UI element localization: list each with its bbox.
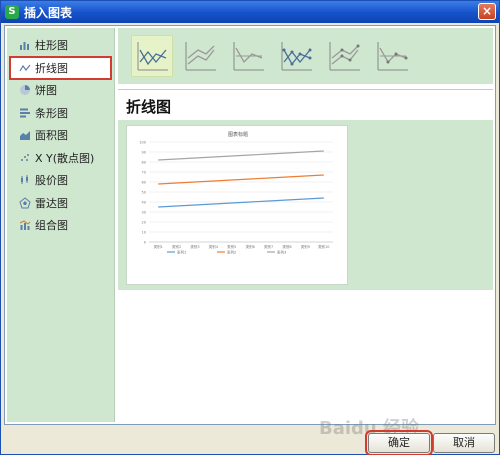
x-tick-label: 类别9 <box>301 244 310 249</box>
chart-title: 图表标题 <box>228 131 248 138</box>
legend-label: 系列1 <box>177 250 186 255</box>
sidebar-item-pie[interactable]: 饼图 <box>7 79 114 102</box>
y-tick-label: 20 <box>142 221 146 225</box>
title-bar: S 插入图表 × <box>1 1 499 23</box>
sidebar-item-label: 雷达图 <box>35 196 68 210</box>
stock-chart-icon <box>21 175 28 185</box>
divider <box>118 89 493 90</box>
dialog-body: 柱形图 折线图 饼图 条形图 面积图 X Y(散点图) 股价图 雷达图 组合图 … <box>4 25 496 425</box>
app-icon: S <box>5 5 19 19</box>
line-subtype-thumb-5[interactable] <box>324 36 364 76</box>
x-tick-label: 类别7 <box>264 244 273 249</box>
chart-preview: 图表标题 0 10 20 30 40 50 60 70 80 90 100 类别1 类别2 类别3 类别4… <box>126 125 348 285</box>
sidebar-item-line[interactable]: 折线图 <box>9 55 112 80</box>
sidebar-item-label: 股价图 <box>35 174 68 188</box>
area-chart-icon <box>20 131 30 141</box>
pie-chart-icon <box>20 85 30 96</box>
x-tick-label: 类别10 <box>318 244 329 249</box>
close-button[interactable]: × <box>478 3 496 20</box>
radar-chart-icon <box>19 197 31 209</box>
line-subtype-thumb-2[interactable] <box>180 36 220 76</box>
dialog-title: 插入图表 <box>24 5 73 20</box>
horizontal-bar-icon <box>20 108 30 118</box>
x-tick-label: 类别3 <box>190 244 199 249</box>
section-title: 折线图 <box>126 98 172 116</box>
sidebar-item-scatter[interactable]: X Y(散点图) <box>7 147 114 170</box>
sidebar-item-bar[interactable]: 柱形图 <box>7 34 114 57</box>
series-line <box>158 174 324 185</box>
line-subtype-thumb-1[interactable] <box>131 35 173 77</box>
line-subtype-thumb-3[interactable] <box>228 36 268 76</box>
line-subtype-thumb-4[interactable] <box>276 36 316 76</box>
y-tick-label: 40 <box>142 201 146 205</box>
cancel-button[interactable]: 取消 <box>433 433 495 453</box>
sidebar-item-label: 柱形图 <box>35 39 68 53</box>
sidebar-item-area[interactable]: 面积图 <box>7 124 114 147</box>
sidebar-item-stock[interactable]: 股价图 <box>7 169 114 192</box>
series-line <box>158 150 324 161</box>
subtype-gallery <box>118 28 493 84</box>
line-subtype-thumb-6[interactable] <box>372 36 412 76</box>
line-chart-icon <box>19 64 31 72</box>
x-tick-label: 类别1 <box>154 244 163 249</box>
y-tick-label: 100 <box>139 141 146 145</box>
sidebar-item-label: 面积图 <box>35 129 68 143</box>
sidebar-item-label: 组合图 <box>35 219 68 233</box>
y-tick-label: 30 <box>142 211 146 215</box>
y-tick-label: 60 <box>142 181 146 185</box>
ok-button[interactable]: 确定 <box>365 430 433 455</box>
legend-label: 系列3 <box>277 250 286 255</box>
bar-chart-icon <box>20 42 29 51</box>
series-line <box>158 197 324 208</box>
sidebar-item-label: 饼图 <box>35 84 57 98</box>
y-tick-label: 80 <box>142 161 146 165</box>
scatter-chart-icon <box>21 153 29 161</box>
y-tick-label: 50 <box>142 191 146 195</box>
y-tick-label: 0 <box>144 241 146 245</box>
sidebar-item-combo[interactable]: 组合图 <box>7 214 114 237</box>
x-tick-label: 类别4 <box>209 244 219 249</box>
x-tick-label: 类别8 <box>282 244 291 249</box>
sidebar-item-label: 条形图 <box>35 106 68 120</box>
y-tick-label: 70 <box>142 171 146 175</box>
sidebar-item-label: 折线图 <box>35 61 68 75</box>
x-tick-label: 类别6 <box>246 244 255 249</box>
legend-label: 系列2 <box>227 250 236 255</box>
y-tick-label: 10 <box>142 231 146 235</box>
sidebar-item-label: X Y(散点图) <box>35 151 95 165</box>
combo-chart-icon <box>19 220 31 231</box>
sidebar-item-horizontal-bar[interactable]: 条形图 <box>7 102 114 125</box>
sidebar-item-radar[interactable]: 雷达图 <box>7 192 114 215</box>
y-tick-label: 90 <box>142 151 146 155</box>
chart-type-sidebar: 柱形图 折线图 饼图 条形图 面积图 X Y(散点图) 股价图 雷达图 组合图 <box>7 28 115 422</box>
x-tick-label: 类别2 <box>172 244 181 249</box>
insert-chart-dialog: S 插入图表 × 柱形图 折线图 饼图 条形图 面积图 X Y(散点图) 股价图… <box>0 0 500 455</box>
line-chart: 图表标题 0 10 20 30 40 50 60 70 80 90 100 类别1 类别2 类别3 类别4… <box>139 131 333 255</box>
main-panel: 折线图 图表标题 0 10 20 30 40 50 60 70 80 90 100 类别1 类别2 类别… <box>118 28 493 422</box>
x-tick-label: 类别5 <box>227 244 236 249</box>
